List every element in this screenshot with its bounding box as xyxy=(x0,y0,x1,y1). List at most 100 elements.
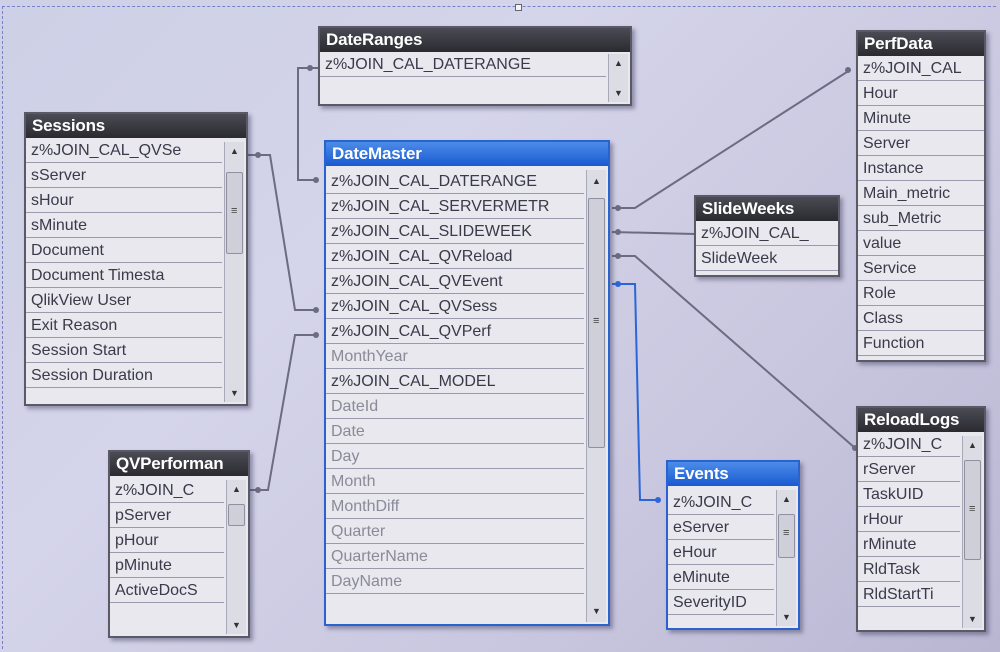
scroll-down-icon[interactable]: ▼ xyxy=(592,606,601,616)
field-row[interactable]: z%JOIN_CAL_DATERANGE xyxy=(320,52,606,77)
field-row[interactable]: Month xyxy=(326,469,584,494)
field-row[interactable]: rServer xyxy=(858,457,960,482)
table-events[interactable]: Events z%JOIN_C eServer eHour eMinute Se… xyxy=(666,460,800,630)
field-row[interactable]: QlikView User xyxy=(26,288,222,313)
field-row[interactable]: Document xyxy=(26,238,222,263)
field-row[interactable]: Instance xyxy=(858,156,984,181)
field-row[interactable]: z%JOIN_CAL_QVSe xyxy=(26,138,222,163)
table-title: DateRanges xyxy=(320,28,630,52)
scrollbar[interactable]: ▲ ≡ ▼ xyxy=(776,490,796,626)
field-row[interactable]: sub_Metric xyxy=(858,206,984,231)
link-daterange xyxy=(297,67,320,181)
field-row[interactable]: z%JOIN_CAL_ xyxy=(696,221,838,246)
scroll-thumb[interactable] xyxy=(228,504,245,526)
field-row[interactable]: eServer xyxy=(668,515,774,540)
field-row[interactable]: MonthDiff xyxy=(326,494,584,519)
table-dateranges[interactable]: DateRanges z%JOIN_CAL_DATERANGE ▲ ▼ xyxy=(318,26,632,106)
field-row[interactable]: z%JOIN_CAL_QVSess xyxy=(326,294,584,319)
field-row[interactable]: Hour xyxy=(858,81,984,106)
table-title: Sessions xyxy=(26,114,246,138)
field-row[interactable]: QuarterName xyxy=(326,544,584,569)
field-row[interactable]: RldTask xyxy=(858,557,960,582)
field-row[interactable]: DateId xyxy=(326,394,584,419)
field-row[interactable]: value xyxy=(858,231,984,256)
field-row[interactable]: z%JOIN_CAL_SERVERMETR xyxy=(326,194,584,219)
link-events xyxy=(612,283,660,501)
field-row[interactable]: sMinute xyxy=(26,213,222,238)
table-title: PerfData xyxy=(858,32,984,56)
scroll-thumb[interactable]: ≡ xyxy=(778,514,795,558)
field-row[interactable]: z%JOIN_CAL_DATERANGE xyxy=(326,169,584,194)
scroll-up-icon[interactable]: ▲ xyxy=(968,440,977,450)
field-row[interactable]: z%JOIN_CAL_MODEL xyxy=(326,369,584,394)
field-row[interactable]: Session Start xyxy=(26,338,222,363)
scroll-thumb[interactable]: ≡ xyxy=(226,172,243,254)
field-row[interactable]: z%JOIN_CAL_SLIDEWEEK xyxy=(326,219,584,244)
table-slideweeks[interactable]: SlideWeeks z%JOIN_CAL_ SlideWeek xyxy=(694,195,840,277)
scroll-down-icon[interactable]: ▼ xyxy=(968,614,977,624)
field-row[interactable]: z%JOIN_C xyxy=(110,478,224,503)
field-row[interactable]: pMinute xyxy=(110,553,224,578)
field-row[interactable]: Role xyxy=(858,281,984,306)
field-row[interactable]: Function xyxy=(858,331,984,356)
table-reloadlogs[interactable]: ReloadLogs z%JOIN_C rServer TaskUID rHou… xyxy=(856,406,986,632)
field-row[interactable]: rMinute xyxy=(858,532,960,557)
link-qvperf xyxy=(250,334,318,491)
field-row[interactable]: sServer xyxy=(26,163,222,188)
field-row[interactable]: pServer xyxy=(110,503,224,528)
scroll-up-icon[interactable]: ▲ xyxy=(232,484,241,494)
field-row[interactable]: eHour xyxy=(668,540,774,565)
field-row[interactable]: z%JOIN_C xyxy=(668,490,774,515)
field-row[interactable]: TaskUID xyxy=(858,482,960,507)
scrollbar[interactable]: ▲ ▼ xyxy=(608,54,628,102)
field-row[interactable]: Document Timesta xyxy=(26,263,222,288)
field-row[interactable]: z%JOIN_CAL_QVEvent xyxy=(326,269,584,294)
scroll-down-icon[interactable]: ▼ xyxy=(782,612,791,622)
field-row[interactable]: rHour xyxy=(858,507,960,532)
field-row[interactable]: RldStartTi xyxy=(858,582,960,607)
field-row[interactable]: sHour xyxy=(26,188,222,213)
scroll-thumb[interactable]: ≡ xyxy=(964,460,981,560)
scroll-up-icon[interactable]: ▲ xyxy=(592,176,601,186)
field-row[interactable]: pHour xyxy=(110,528,224,553)
table-sessions[interactable]: Sessions z%JOIN_CAL_QVSe sServer sHour s… xyxy=(24,112,248,406)
table-perfdata[interactable]: PerfData z%JOIN_CAL Hour Minute Server I… xyxy=(856,30,986,362)
scroll-thumb[interactable]: ≡ xyxy=(588,198,605,448)
scrollbar[interactable]: ▲ ≡ ▼ xyxy=(586,170,606,622)
field-row[interactable]: z%JOIN_CAL_QVPerf xyxy=(326,319,584,344)
table-title: QVPerforman xyxy=(110,452,248,476)
field-row[interactable]: Exit Reason xyxy=(26,313,222,338)
scroll-down-icon[interactable]: ▼ xyxy=(230,388,239,398)
link-perfdata xyxy=(612,69,851,209)
field-row[interactable]: z%JOIN_CAL_QVReload xyxy=(326,244,584,269)
link-reloadlogs xyxy=(612,255,856,449)
scroll-down-icon[interactable]: ▼ xyxy=(614,88,623,98)
table-datemaster[interactable]: DateMaster z%JOIN_CAL_DATERANGE z%JOIN_C… xyxy=(324,140,610,626)
scroll-up-icon[interactable]: ▲ xyxy=(230,146,239,156)
field-row[interactable]: MonthYear xyxy=(326,344,584,369)
field-row[interactable]: Server xyxy=(858,131,984,156)
field-row[interactable]: z%JOIN_C xyxy=(858,432,960,457)
scroll-down-icon[interactable]: ▼ xyxy=(232,620,241,630)
field-row[interactable]: SeverityID xyxy=(668,590,774,615)
link-sessions xyxy=(248,154,318,311)
field-row[interactable]: Quarter xyxy=(326,519,584,544)
scroll-up-icon[interactable]: ▲ xyxy=(782,494,791,504)
field-row[interactable]: Day xyxy=(326,444,584,469)
field-row[interactable]: Minute xyxy=(858,106,984,131)
field-row[interactable]: Main_metric xyxy=(858,181,984,206)
scroll-up-icon[interactable]: ▲ xyxy=(614,58,623,68)
field-row[interactable]: ActiveDocS xyxy=(110,578,224,603)
scrollbar[interactable]: ▲ ≡ ▼ xyxy=(962,436,982,628)
field-row[interactable]: Class xyxy=(858,306,984,331)
field-row[interactable]: DayName xyxy=(326,569,584,594)
field-row[interactable]: Session Duration xyxy=(26,363,222,388)
field-row[interactable]: eMinute xyxy=(668,565,774,590)
field-row[interactable]: SlideWeek xyxy=(696,246,838,271)
field-row[interactable]: Service xyxy=(858,256,984,281)
field-row[interactable]: Date xyxy=(326,419,584,444)
scrollbar[interactable]: ▲ ▼ xyxy=(226,480,246,634)
field-row[interactable]: z%JOIN_CAL xyxy=(858,56,984,81)
scrollbar[interactable]: ▲ ≡ ▼ xyxy=(224,142,244,402)
table-qvperformance[interactable]: QVPerforman z%JOIN_C pServer pHour pMinu… xyxy=(108,450,250,638)
